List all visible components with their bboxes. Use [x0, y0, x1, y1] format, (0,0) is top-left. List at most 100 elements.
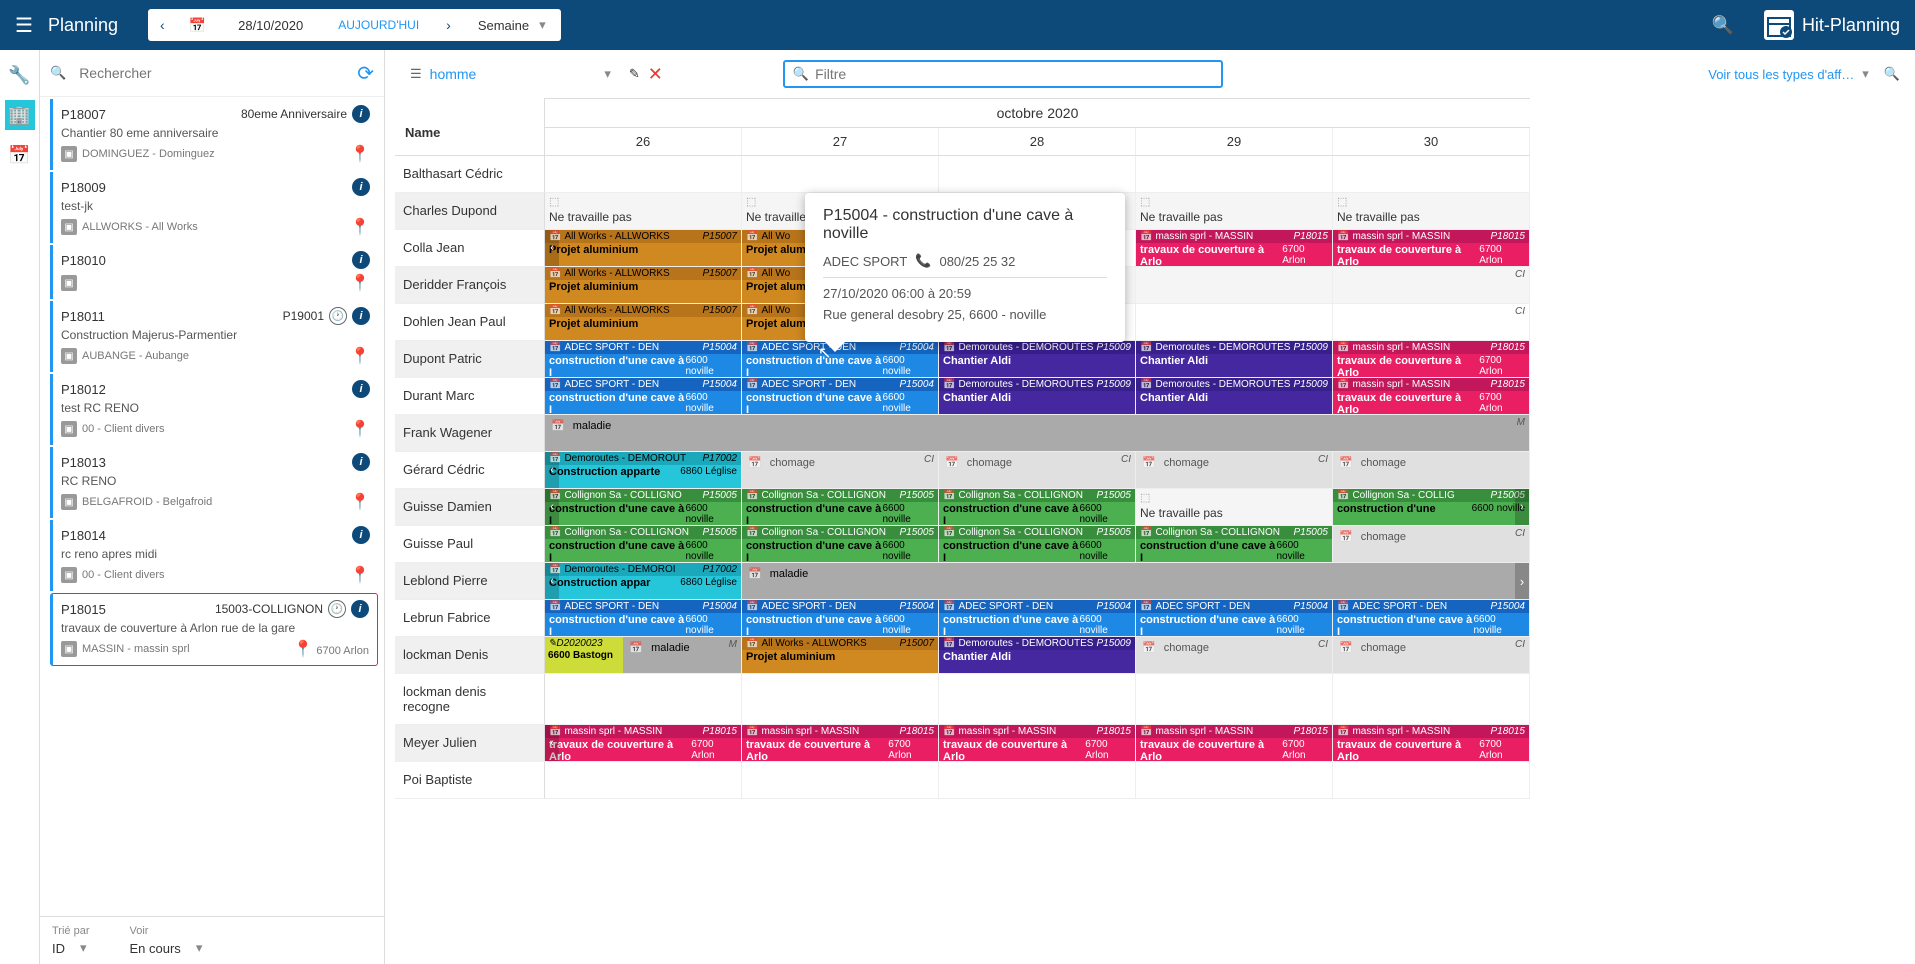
task-block[interactable]: 📅Collignon Sa - COLLIGNONP15005 construc…: [742, 526, 938, 562]
task-block[interactable]: 📅ADEC SPORT - DENP15004 construction d'u…: [1136, 600, 1332, 636]
task-block[interactable]: 📅All Works - ALLWORKSP15007 Projet alumi…: [545, 304, 741, 340]
calendar-cell[interactable]: 📅Demoroutes - DEMOROUTESP15009 Chantier …: [1136, 378, 1333, 415]
task-block[interactable]: 📅ADEC SPORT - DENP15004 construction d'u…: [742, 600, 938, 636]
calendar-cell[interactable]: 📅massin sprl - MASSINP18015 travaux de c…: [1333, 341, 1530, 378]
edit-icon[interactable]: ✎: [629, 66, 640, 82]
calendar-cell[interactable]: ‹ 📅massin sprl - MASSINP18015 travaux de…: [545, 725, 742, 762]
current-date[interactable]: 28/10/2020: [218, 18, 323, 33]
next-date-button[interactable]: ›: [434, 9, 463, 41]
calendar-cell[interactable]: 📅massin sprl - MASSINP18015 travaux de c…: [1333, 725, 1530, 762]
task-block[interactable]: 📅massin sprl - MASSINP18015 travaux de c…: [1333, 230, 1529, 266]
calendar-cell[interactable]: 📅ADEC SPORT - DENP15004 construction d'u…: [545, 600, 742, 637]
task-block[interactable]: 📅chomage CI: [1333, 526, 1529, 562]
calendar-cell[interactable]: ⬚Ne travaille pas: [1136, 489, 1333, 526]
task-block[interactable]: ‹ 📅Demoroutes - DEMOROUTP17002 Construct…: [545, 452, 741, 488]
calendar-cell[interactable]: [545, 156, 742, 193]
task-block[interactable]: ‹ 📅Collignon Sa - COLLIGNOP15005 constru…: [545, 489, 741, 525]
task-block[interactable]: 📅Demoroutes - DEMOROUTESP15009 Chantier …: [939, 637, 1135, 673]
task-block[interactable]: 📅chomage: [1333, 452, 1529, 488]
project-item[interactable]: P18015 15003-COLLIGNON 🕐 i travaux de co…: [50, 593, 378, 666]
project-item[interactable]: P18013 i RC RENO ▣ BELGAFROID - Belgafro…: [50, 447, 378, 518]
calendar-cell[interactable]: [545, 674, 742, 725]
task-block[interactable]: 📅Collignon Sa - COLLIGNONP15005 construc…: [742, 489, 938, 525]
calendar-cell[interactable]: 📅massin sprl - MASSINP18015 travaux de c…: [1333, 230, 1530, 267]
calendar-cell[interactable]: 📅Demoroutes - DEMOROUTESP15009 Chantier …: [939, 637, 1136, 674]
calendar-cell[interactable]: [939, 674, 1136, 725]
calendar-cell[interactable]: 📅Demoroutes - DEMOROUTESP15009 Chantier …: [939, 378, 1136, 415]
project-item[interactable]: P18012 i test RC RENO ▣ 00 - Client dive…: [50, 374, 378, 445]
calendar-cell[interactable]: CI: [1333, 304, 1530, 341]
project-item[interactable]: P18010 i ▣ 📍: [50, 245, 378, 299]
calendar-cell[interactable]: [1333, 762, 1530, 799]
calendar-cell[interactable]: ‹ 📅All Works - ALLWORKSP15007 Projet alu…: [545, 230, 742, 267]
calendar-cell[interactable]: 📅Collignon Sa - COLLIGNONP15005 construc…: [742, 526, 939, 563]
calendar-cell[interactable]: [1136, 674, 1333, 725]
calendar-cell[interactable]: 📅All Works - ALLWORKSP15007 Projet alumi…: [742, 637, 939, 674]
search-input[interactable]: [71, 60, 357, 86]
prev-date-button[interactable]: ‹: [148, 9, 177, 41]
calendar-icon[interactable]: 📅: [177, 9, 218, 41]
calendar-cell[interactable]: 📅maladie M: [545, 415, 1530, 452]
calendar-cell[interactable]: 📅ADEC SPORT - DENP15004 construction d'u…: [1333, 600, 1530, 637]
search-icon[interactable]: 🔍: [1884, 66, 1900, 82]
calendar-cell[interactable]: [742, 156, 939, 193]
calendar-cell[interactable]: ⬚Ne travaille pas: [1136, 193, 1333, 230]
calendar-cell[interactable]: 📅Demoroutes - DEMOROUTESP15009 Chantier …: [939, 341, 1136, 378]
task-block[interactable]: 📅Demoroutes - DEMOROUTESP15009 Chantier …: [939, 378, 1135, 414]
calendar-cell[interactable]: 📅ADEC SPORT - DENP15004 construction d'u…: [1136, 600, 1333, 637]
calendar-cell[interactable]: [1136, 156, 1333, 193]
calendar-cell[interactable]: 📅Demoroutes - DEMOROUTESP15009 Chantier …: [1136, 341, 1333, 378]
task-block[interactable]: 📅massin sprl - MASSINP18015 travaux de c…: [742, 725, 938, 761]
info-icon[interactable]: i: [352, 380, 370, 398]
task-block[interactable]: 📅Collignon Sa - COLLIGNONP15005 construc…: [545, 526, 741, 562]
menu-icon[interactable]: ☰: [15, 13, 33, 38]
info-icon[interactable]: i: [352, 178, 370, 196]
calendar-cell[interactable]: 📅Collignon Sa - COLLIGP15005 constructio…: [1333, 489, 1530, 526]
view-types-select[interactable]: Voir tous les types d'aff…▾: [1708, 66, 1869, 82]
calendar-cell[interactable]: 📅All Works - ALLWORKSP15007 Projet alumi…: [545, 304, 742, 341]
calendar-grid[interactable]: Nameoctobre 20202627282930Balthasart Céd…: [395, 98, 1915, 964]
info-icon[interactable]: i: [351, 600, 369, 618]
calendar-cell[interactable]: [1136, 267, 1333, 304]
project-item[interactable]: P18007 80eme Anniversaire i Chantier 80 …: [50, 99, 378, 170]
settings-icon[interactable]: 🔧: [5, 60, 35, 90]
task-block[interactable]: 📅massin sprl - MASSINP18015 travaux de c…: [939, 725, 1135, 761]
task-block[interactable]: ✎D20200236600 Bastogn 📅maladie M: [545, 637, 741, 673]
calendar-cell[interactable]: 📅maladie M ›: [742, 563, 1530, 600]
task-block[interactable]: ‹ 📅All Works - ALLWORKSP15007 Projet alu…: [545, 230, 741, 266]
project-item[interactable]: P18014 i rc reno apres midi ▣ 00 - Clien…: [50, 520, 378, 591]
task-block[interactable]: 📅massin sprl - MASSINP18015 travaux de c…: [1136, 230, 1332, 266]
calendar-cell[interactable]: 📅Collignon Sa - COLLIGNONP15005 construc…: [545, 526, 742, 563]
task-block[interactable]: ‹ 📅massin sprl - MASSINP18015 travaux de…: [545, 725, 741, 761]
project-item[interactable]: P18011 P19001 🕐 i Construction Majerus-P…: [50, 301, 378, 372]
task-block[interactable]: 📅chomage CI: [1136, 452, 1332, 488]
today-button[interactable]: AUJOURD'HUI: [323, 18, 434, 32]
task-block[interactable]: 📅massin sprl - MASSINP18015 travaux de c…: [1333, 341, 1529, 377]
search-icon[interactable]: 🔍: [1712, 15, 1734, 36]
calendar-cell[interactable]: [742, 674, 939, 725]
calendar-cell[interactable]: 📅ADEC SPORT - DENP15004 construction d'u…: [545, 341, 742, 378]
task-block[interactable]: 📅massin sprl - MASSINP18015 travaux de c…: [1333, 725, 1529, 761]
calendar-cell[interactable]: 📅chomage CI: [742, 452, 939, 489]
calendar-cell[interactable]: 📅All Works - ALLWORKSP15007 Projet alumi…: [545, 267, 742, 304]
task-block[interactable]: 📅Collignon Sa - COLLIGNONP15005 construc…: [1136, 526, 1332, 562]
task-block[interactable]: 📅chomage CI: [742, 452, 938, 488]
task-block[interactable]: 📅ADEC SPORT - DENP15004 construction d'u…: [545, 378, 741, 414]
task-block[interactable]: 📅Collignon Sa - COLLIGNONP15005 construc…: [939, 526, 1135, 562]
calendar-cell[interactable]: [939, 156, 1136, 193]
task-block[interactable]: 📅Demoroutes - DEMOROUTESP15009 Chantier …: [1136, 341, 1332, 377]
task-block[interactable]: 📅ADEC SPORT - DENP15004 construction d'u…: [545, 600, 741, 636]
calendar-cell[interactable]: [1136, 762, 1333, 799]
calendar-cell[interactable]: 📅chomage CI: [1136, 452, 1333, 489]
calendar-cell[interactable]: ‹ 📅Collignon Sa - COLLIGNOP15005 constru…: [545, 489, 742, 526]
task-block[interactable]: 📅Demoroutes - DEMOROUTESP15009 Chantier …: [939, 341, 1135, 377]
calendar-cell[interactable]: ‹ 📅Demoroutes - DEMOROUTP17002 Construct…: [545, 452, 742, 489]
calendar-cell[interactable]: [939, 762, 1136, 799]
calendar-cell[interactable]: 📅massin sprl - MASSINP18015 travaux de c…: [742, 725, 939, 762]
task-block[interactable]: 📅ADEC SPORT - DENP15004 construction d'u…: [939, 600, 1135, 636]
task-block[interactable]: 📅All Works - ALLWORKSP15007 Projet alumi…: [742, 637, 938, 673]
calendar-cell[interactable]: ⬚Ne travaille pas: [545, 193, 742, 230]
calendar-cell[interactable]: 📅ADEC SPORT - DENP15004 construction d'u…: [545, 378, 742, 415]
calendar-cell[interactable]: [1333, 156, 1530, 193]
calendar-cell[interactable]: 📅Collignon Sa - COLLIGNONP15005 construc…: [939, 489, 1136, 526]
